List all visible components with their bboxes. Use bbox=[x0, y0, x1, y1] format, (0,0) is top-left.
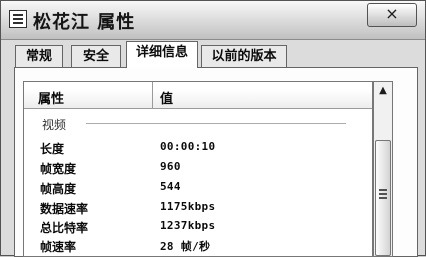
list-item[interactable]: 帧速率 28 帧/秒 bbox=[24, 238, 372, 256]
file-properties-icon bbox=[9, 10, 27, 28]
property-name: 帧高度 bbox=[40, 182, 77, 196]
properties-window: 松花江 属性 × 常规 安全 详细信息 以前的版本 属性 值 视频 长度 00:… bbox=[0, 0, 426, 257]
column-value[interactable]: 值 bbox=[160, 88, 173, 107]
tab-details[interactable]: 详细信息 bbox=[126, 41, 198, 68]
group-divider bbox=[86, 123, 346, 124]
title-bar[interactable]: 松花江 属性 × bbox=[1, 1, 425, 40]
grip-icon bbox=[379, 189, 387, 191]
scrollbar-thumb[interactable] bbox=[375, 140, 391, 256]
property-value: 00:00:10 bbox=[160, 140, 216, 153]
property-value: 28 帧/秒 bbox=[160, 240, 211, 253]
tab-security[interactable]: 安全 bbox=[71, 45, 121, 67]
details-list[interactable]: 属性 值 视频 长度 00:00:10 帧宽度 960 帧高度 544 数据速率… bbox=[23, 81, 373, 257]
scroll-up-arrow-icon[interactable]: ▲ bbox=[374, 82, 392, 100]
list-item[interactable]: 帧宽度 960 bbox=[24, 160, 372, 178]
window-title: 松花江 属性 bbox=[33, 12, 136, 33]
column-divider[interactable] bbox=[152, 82, 153, 108]
list-item[interactable]: 长度 00:00:10 bbox=[24, 140, 372, 158]
vertical-scrollbar[interactable]: ▲ bbox=[373, 81, 393, 257]
property-name: 长度 bbox=[40, 142, 65, 156]
property-name: 总比特率 bbox=[40, 221, 89, 235]
list-item[interactable]: 数据速率 1175kbps bbox=[24, 200, 372, 218]
tab-general[interactable]: 常规 bbox=[15, 45, 63, 67]
tab-previous-versions[interactable]: 以前的版本 bbox=[201, 45, 287, 67]
list-item[interactable]: 总比特率 1237kbps bbox=[24, 219, 372, 237]
property-name: 数据速率 bbox=[40, 202, 89, 216]
property-name: 帧宽度 bbox=[40, 162, 77, 176]
close-button[interactable]: × bbox=[367, 3, 417, 27]
list-item[interactable]: 帧高度 544 bbox=[24, 180, 372, 198]
property-value: 960 bbox=[160, 160, 181, 173]
list-header: 属性 值 bbox=[24, 82, 372, 109]
column-property[interactable]: 属性 bbox=[38, 88, 64, 107]
property-value: 1237kbps bbox=[160, 219, 216, 232]
property-value: 1175kbps bbox=[160, 200, 216, 213]
group-label-video: 视频 bbox=[42, 118, 67, 132]
property-value: 544 bbox=[160, 180, 181, 193]
property-name: 帧速率 bbox=[40, 240, 77, 254]
